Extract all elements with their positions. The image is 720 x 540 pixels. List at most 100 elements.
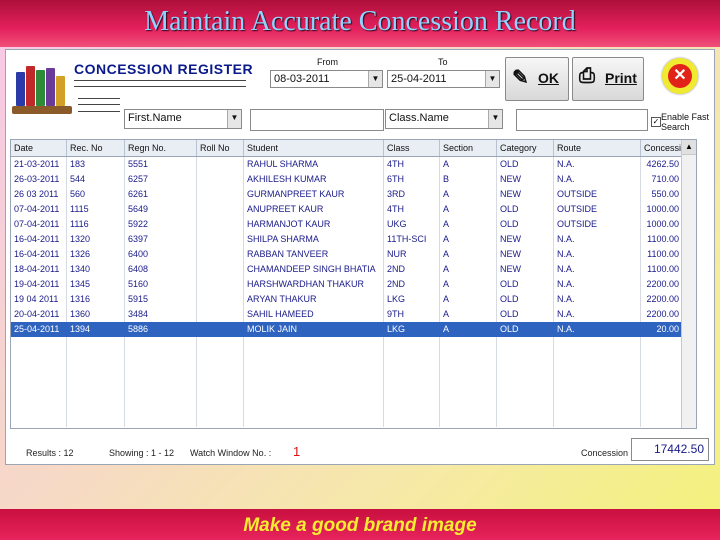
table-cell — [197, 262, 244, 277]
fast-search-checkbox[interactable]: ✓ — [651, 117, 661, 127]
table-cell: OUTSIDE — [554, 202, 641, 217]
table-row[interactable]: 25-04-2011 1394 5886 MOLIK JAIN LKG A OLD N.A. 2… — [11, 322, 696, 337]
table-cell: HARMANJOT KAUR — [244, 217, 384, 232]
table-cell: A — [440, 292, 497, 307]
column-header[interactable]: Route — [554, 140, 641, 156]
table-cell: 1000.00 — [641, 202, 684, 217]
column-header[interactable]: Class — [384, 140, 440, 156]
table-row[interactable]: 16-04-2011 1326 6400 RABBAN TANVEER NUR A NEW N… — [11, 247, 696, 262]
table-cell — [125, 367, 197, 382]
table-cell: NUR — [384, 247, 440, 262]
table-row[interactable]: 26 03 2011 560 6261 GURMANPREET KAUR 3RD A NEW… — [11, 187, 696, 202]
table-cell: N.A. — [554, 247, 641, 262]
column-header[interactable]: Concession — [641, 140, 691, 156]
table-cell — [197, 277, 244, 292]
table-row[interactable]: 20-04-2011 1360 3484 SAHIL HAMEED 9TH A OLD N.A… — [11, 307, 696, 322]
table-cell: 560 — [67, 187, 125, 202]
column-header[interactable]: Student — [244, 140, 384, 156]
table-cell: NEW — [497, 247, 554, 262]
table-cell — [11, 367, 67, 382]
from-date-picker[interactable]: 08-03-2011 ▼ — [270, 70, 383, 88]
table-row[interactable] — [11, 397, 696, 412]
table-cell: OLD — [497, 292, 554, 307]
concession-table: Date Rec. No Regn No. Roll No Student Class Se… — [10, 139, 697, 429]
printer-icon: ⎙ — [579, 65, 595, 87]
table-cell: 07-04-2011 — [11, 202, 67, 217]
chevron-down-icon[interactable]: ▼ — [488, 110, 502, 128]
table-cell: NEW — [497, 187, 554, 202]
table-row[interactable]: 18-04-2011 1340 6408 CHAMANDEEP SINGH BHATI… — [11, 262, 696, 277]
table-cell — [440, 397, 497, 412]
column-header[interactable]: Section — [440, 140, 497, 156]
table-cell: N.A. — [554, 292, 641, 307]
table-cell — [197, 292, 244, 307]
table-cell: 3RD — [384, 187, 440, 202]
table-cell: 6257 — [125, 172, 197, 187]
table-cell: A — [440, 157, 497, 172]
class-name-search-input[interactable] — [516, 109, 648, 131]
table-row[interactable]: 21-03-2011 183 5551 RAHUL SHARMA 4TH A OLD N.A.… — [11, 157, 696, 172]
table-row[interactable]: 19-04-2011 1345 5160 HARSHWARDHAN THAKUR 2ND… — [11, 277, 696, 292]
table-row[interactable] — [11, 367, 696, 382]
table-cell — [125, 397, 197, 412]
table-cell — [11, 397, 67, 412]
table-cell — [641, 397, 684, 412]
table-cell — [384, 412, 440, 427]
vertical-scrollbar[interactable]: ▲ — [681, 140, 696, 428]
column-header[interactable]: Regn No. — [125, 140, 197, 156]
table-cell — [244, 337, 384, 352]
table-row[interactable] — [11, 337, 696, 352]
table-row[interactable] — [11, 412, 696, 427]
watch-window-number: 1 — [293, 444, 301, 459]
chevron-down-icon[interactable]: ▼ — [368, 71, 382, 87]
chevron-down-icon[interactable]: ▼ — [485, 71, 499, 87]
table-cell: OLD — [497, 322, 554, 337]
ok-button[interactable]: ✎ OK — [505, 57, 569, 101]
table-cell — [197, 412, 244, 427]
table-row[interactable]: 26-03-2011 544 6257 AKHILESH KUMAR 6TH B NEW N.… — [11, 172, 696, 187]
table-cell: N.A. — [554, 307, 641, 322]
table-row[interactable]: 19 04 2011 1316 5915 ARYAN THAKUR LKG A OLD N.A… — [11, 292, 696, 307]
table-cell: 710.00 — [641, 172, 684, 187]
table-row[interactable] — [11, 382, 696, 397]
table-cell — [244, 412, 384, 427]
table-cell — [384, 352, 440, 367]
from-label: From — [317, 57, 338, 67]
table-cell — [384, 382, 440, 397]
table-cell: GURMANPREET KAUR — [244, 187, 384, 202]
pencil-icon: ✎ — [512, 67, 529, 89]
first-name-search-input[interactable] — [250, 109, 384, 131]
concession-register-window: CONCESSION REGISTER From To 08-03-2011 ▼ … — [5, 49, 715, 465]
table-cell — [197, 217, 244, 232]
table-cell — [197, 337, 244, 352]
chevron-down-icon[interactable]: ▼ — [227, 110, 241, 128]
table-cell: 550.00 — [641, 187, 684, 202]
scroll-up-icon[interactable]: ▲ — [682, 140, 696, 155]
print-button[interactable]: ⎙ Print — [572, 57, 644, 101]
close-button[interactable]: ✕ — [662, 58, 698, 94]
table-cell: 6397 — [125, 232, 197, 247]
first-name-filter[interactable]: First.Name ▼ — [124, 109, 242, 129]
table-cell: 1340 — [67, 262, 125, 277]
table-row[interactable]: 07-04-2011 1115 5649 ANUPREET KAUR 4TH A OLD OU… — [11, 202, 696, 217]
table-cell: 5551 — [125, 157, 197, 172]
to-date-picker[interactable]: 25-04-2011 ▼ — [387, 70, 500, 88]
column-header[interactable]: Date — [11, 140, 67, 156]
table-cell: 5886 — [125, 322, 197, 337]
table-cell: A — [440, 307, 497, 322]
column-header[interactable]: Rec. No — [67, 140, 125, 156]
table-row[interactable]: 07-04-2011 1116 5922 HARMANJOT KAUR UKG A OLD O… — [11, 217, 696, 232]
table-cell — [67, 337, 125, 352]
table-cell: 1316 — [67, 292, 125, 307]
column-header[interactable]: Roll No — [197, 140, 244, 156]
table-cell — [197, 232, 244, 247]
table-row[interactable] — [11, 352, 696, 367]
table-cell — [554, 367, 641, 382]
column-header[interactable]: Category — [497, 140, 554, 156]
table-row[interactable]: 16-04-2011 1320 6397 SHILPA SHARMA 11TH-SCI A… — [11, 232, 696, 247]
table-cell — [197, 202, 244, 217]
table-cell: SAHIL HAMEED — [244, 307, 384, 322]
table-cell: OLD — [497, 202, 554, 217]
class-name-filter[interactable]: Class.Name ▼ — [385, 109, 503, 129]
table-cell — [641, 352, 684, 367]
